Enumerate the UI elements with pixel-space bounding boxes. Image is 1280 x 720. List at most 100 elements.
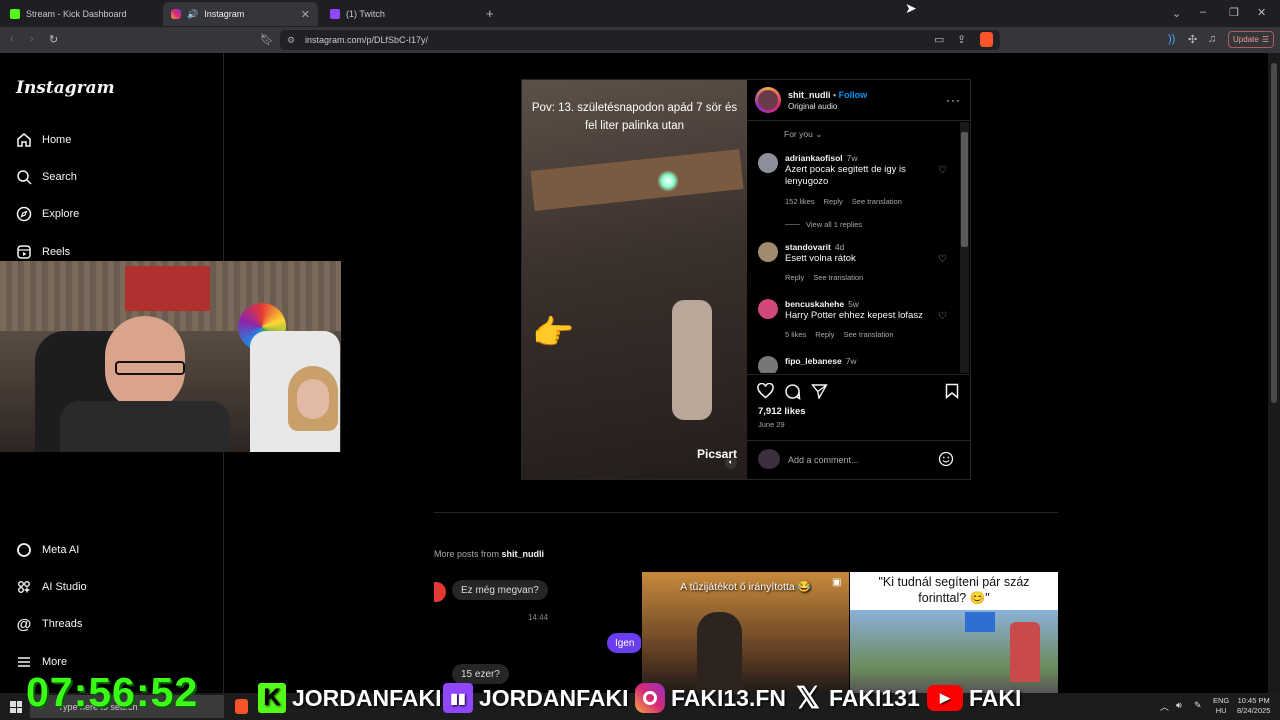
instagram-logo[interactable]: Instagram bbox=[16, 78, 115, 98]
sidebar-item-ai-studio[interactable]: AI Studio bbox=[16, 577, 87, 597]
tab-instagram[interactable]: 🔊 Instagram ✕ bbox=[163, 2, 318, 26]
author-username[interactable]: shit_nudli bbox=[788, 90, 831, 100]
reload-icon[interactable]: ↻ bbox=[49, 33, 58, 46]
post-author-line: shit_nudli • Follow bbox=[788, 90, 868, 100]
more-post-thumbnail[interactable]: Ez még megvan? 14:44 Igen 15 ezer? bbox=[434, 572, 641, 693]
chat-time: 14:44 bbox=[528, 613, 549, 622]
more-options-icon[interactable]: ··· bbox=[946, 93, 961, 107]
save-icon[interactable] bbox=[945, 383, 959, 399]
like-comment-icon[interactable]: ♡ bbox=[938, 254, 947, 265]
tray-chevron-icon[interactable]: ︿ bbox=[1160, 700, 1169, 713]
comment-sort-dropdown[interactable]: For you ⌄ bbox=[784, 129, 822, 140]
comments-scrollbar-thumb[interactable] bbox=[961, 132, 968, 247]
author-avatar[interactable] bbox=[755, 87, 781, 113]
page-scrollbar[interactable] bbox=[1268, 53, 1280, 693]
sidebar-item-search[interactable]: Search bbox=[16, 167, 77, 187]
update-button[interactable]: Update ☰ bbox=[1228, 31, 1274, 48]
commenter-avatar[interactable] bbox=[758, 242, 778, 262]
follow-button[interactable]: Follow bbox=[839, 90, 868, 100]
sidebar-item-label: More bbox=[42, 656, 68, 668]
glasses bbox=[115, 361, 185, 375]
url-field[interactable]: ⚙ instagram.com/p/DLfSbC-I17y/ bbox=[280, 30, 1000, 50]
extensions-icon[interactable]: ✣ bbox=[1188, 33, 1197, 46]
like-icon[interactable] bbox=[757, 383, 774, 399]
comment-username[interactable]: standovarit bbox=[785, 242, 831, 252]
volume-icon[interactable]: 🔊︎ bbox=[1176, 700, 1182, 711]
comment-username[interactable]: fipo_lebanese bbox=[785, 356, 842, 366]
comment-likes[interactable]: 5 likes bbox=[785, 330, 806, 339]
brave-shield-icon[interactable] bbox=[980, 32, 993, 47]
stream-uptime-clock: 07:56:52 bbox=[26, 669, 199, 715]
comment-likes[interactable]: 152 likes bbox=[785, 197, 815, 206]
see-translation-button[interactable]: See translation bbox=[843, 330, 893, 339]
chat-bubble: Ez még megvan? bbox=[452, 580, 548, 600]
my-avatar bbox=[758, 449, 780, 469]
reply-button[interactable]: Reply bbox=[785, 273, 804, 282]
share-post-icon[interactable] bbox=[811, 383, 828, 399]
more-post-thumbnail[interactable]: A tűzijátékot ő irányította 😂 ▣ bbox=[642, 572, 849, 693]
minimize-icon[interactable]: – bbox=[1200, 6, 1206, 18]
reply-button[interactable]: Reply bbox=[824, 197, 843, 206]
tab-kick-dashboard[interactable]: Stream - Kick Dashboard bbox=[2, 2, 162, 26]
tab-twitch[interactable]: (1) Twitch bbox=[322, 2, 482, 26]
commenter-avatar[interactable] bbox=[758, 356, 778, 373]
threads-icon: @ bbox=[16, 615, 32, 633]
forward-icon[interactable]: › bbox=[30, 33, 34, 45]
site-info-icon[interactable]: ⚙ bbox=[287, 35, 295, 46]
bookmark-icon[interactable]: 🔖︎ bbox=[260, 33, 274, 46]
audio-label[interactable]: Original audio bbox=[788, 102, 837, 111]
windows-start-icon[interactable] bbox=[10, 701, 22, 713]
close-tab-icon[interactable]: ✕ bbox=[301, 8, 310, 21]
like-count[interactable]: 7,912 likes bbox=[758, 406, 806, 417]
taskbar-date: 8/24/2025 bbox=[1237, 706, 1271, 715]
view-replies-button[interactable]: View all 1 replies bbox=[785, 220, 862, 229]
taskbar-clock[interactable]: 10:45 PM 8/24/2025 bbox=[1237, 696, 1270, 716]
speaker-icon[interactable]: 🔊 bbox=[187, 9, 198, 20]
like-comment-icon[interactable]: ♡ bbox=[938, 165, 947, 176]
chevron-down-icon[interactable]: ⌄ bbox=[1172, 7, 1181, 20]
language-indicator[interactable]: ENG HU bbox=[1213, 696, 1229, 716]
comment-header: standovarit 4d bbox=[785, 242, 844, 252]
add-comment-input[interactable]: Add a comment... bbox=[788, 455, 859, 465]
view-replies-label: View all 1 replies bbox=[806, 220, 863, 229]
divider bbox=[747, 120, 970, 121]
sidebar-item-home[interactable]: Home bbox=[16, 130, 71, 150]
sidebar-item-threads[interactable]: @ Threads bbox=[16, 614, 83, 634]
see-translation-button[interactable]: See translation bbox=[813, 273, 863, 282]
comment-username[interactable]: adriankaofisol bbox=[785, 153, 843, 163]
reel-video[interactable]: 👉 🔈︎ bbox=[522, 80, 747, 479]
commenter-avatar[interactable] bbox=[758, 153, 778, 173]
pen-icon[interactable]: ✎ bbox=[1194, 700, 1202, 711]
see-translation-button[interactable]: See translation bbox=[852, 197, 902, 206]
more-posts-divider bbox=[434, 512, 1058, 513]
more-posts-author[interactable]: shit_nudli bbox=[502, 549, 545, 559]
thumbnail-person bbox=[697, 612, 742, 693]
media-icon[interactable]: ♫ bbox=[1208, 33, 1216, 45]
comment-icon[interactable] bbox=[784, 383, 801, 400]
more-post-thumbnail[interactable]: "Ki tudnál segíteni pár száz forinttal? … bbox=[850, 572, 1058, 693]
sidebar-item-meta-ai[interactable]: Meta AI bbox=[16, 540, 79, 560]
comment-item: adriankaofisol 7w Azert pocak segitett de… bbox=[758, 153, 958, 223]
maximize-icon[interactable]: ❐ bbox=[1229, 6, 1239, 19]
close-window-icon[interactable]: ✕ bbox=[1257, 6, 1266, 19]
cast-icon[interactable]: ▭ bbox=[934, 33, 944, 46]
like-comment-icon[interactable]: ♡ bbox=[938, 311, 947, 322]
divider bbox=[747, 440, 970, 441]
new-tab-icon[interactable]: + bbox=[486, 6, 494, 21]
instagram-favicon-icon bbox=[171, 9, 181, 19]
comment-header: fipo_lebanese 7w bbox=[785, 356, 857, 366]
emoji-icon[interactable] bbox=[938, 451, 954, 467]
brave-taskbar-icon[interactable] bbox=[235, 699, 248, 714]
kick-favicon-icon bbox=[10, 9, 20, 19]
commenter-avatar[interactable] bbox=[758, 299, 778, 319]
share-icon[interactable]: ⇪ bbox=[957, 33, 966, 46]
reply-button[interactable]: Reply bbox=[815, 330, 834, 339]
divider bbox=[747, 374, 970, 375]
comment-username[interactable]: bencuskahehe bbox=[785, 299, 844, 309]
url-text: instagram.com/p/DLfSbC-I17y/ bbox=[305, 35, 429, 45]
sidebar-item-reels[interactable]: Reels bbox=[16, 242, 70, 262]
leo-ai-icon[interactable]: )) bbox=[1168, 33, 1175, 45]
chat-bubble: 15 ezer? bbox=[452, 664, 509, 684]
back-icon[interactable]: ‹ bbox=[10, 33, 14, 45]
sidebar-item-explore[interactable]: Explore bbox=[16, 204, 79, 224]
